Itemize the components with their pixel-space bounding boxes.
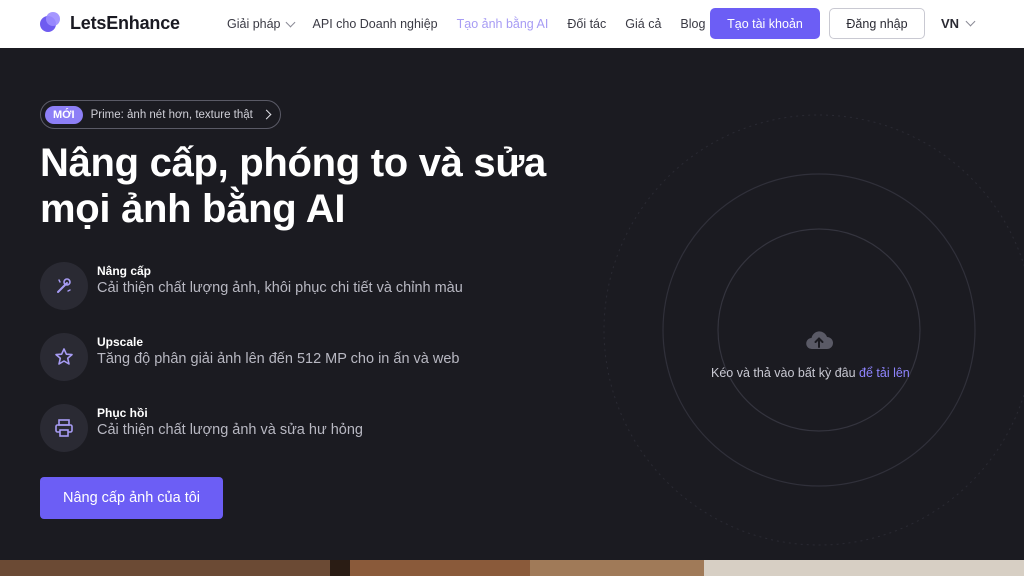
main-menu: Giải pháp API cho Doanh nghiệp Tạo ảnh b…: [227, 0, 724, 48]
upload-link[interactable]: để tải lên: [859, 366, 910, 380]
menu-item-pricing[interactable]: Giá cả: [625, 17, 661, 31]
sample-image: [350, 560, 530, 576]
upload-hint-text: Kéo và thả vào bất kỳ đâu: [711, 366, 856, 380]
new-tag: MỚI: [45, 105, 83, 124]
sample-image: [0, 560, 330, 576]
menu-item-ai-image[interactable]: Tạo ảnh bằng AI: [457, 17, 549, 31]
star-expand-icon: [40, 333, 88, 381]
signup-button[interactable]: Tạo tài khoản: [710, 8, 820, 39]
announcement-text: Prime: ảnh nét hơn, texture thật: [90, 108, 253, 121]
chevron-down-icon: [965, 16, 976, 27]
menu-item-label: API cho Doanh nghiệp: [312, 17, 438, 31]
feature-title: Upscale: [97, 335, 144, 349]
login-button[interactable]: Đăng nhập: [829, 8, 925, 39]
menu-item-partners[interactable]: Đối tác: [567, 17, 606, 31]
sample-image: [530, 560, 704, 576]
menu-item-label: Đối tác: [567, 17, 607, 31]
sample-image: [704, 560, 1024, 576]
feature-description: Tăng độ phân giải ảnh lên đến 512 MP cho…: [97, 351, 460, 367]
logo-text: LetsEnhance: [70, 12, 180, 33]
chevron-right-icon: [261, 109, 272, 120]
feature-upscale: Upscale Tăng độ phân giải ảnh lên đến 51…: [40, 333, 480, 393]
printer-icon: [40, 404, 88, 452]
menu-item-label: Blog: [680, 17, 706, 31]
chevron-down-icon: [285, 17, 295, 27]
menu-item-label: Giá cả: [625, 17, 662, 31]
feature-title: Nâng cấp: [97, 264, 152, 278]
announcement-badge[interactable]: MỚI Prime: ảnh nét hơn, texture thật: [40, 100, 281, 129]
menu-item-label: Giải pháp: [227, 17, 281, 31]
menu-item-blog[interactable]: Blog: [680, 17, 705, 31]
upload-drop-zone[interactable]: [560, 60, 1024, 560]
language-selector[interactable]: VN: [941, 16, 976, 31]
magic-wand-icon: [40, 262, 88, 310]
feature-description: Cải thiện chất lượng ảnh và sửa hư hỏng: [97, 422, 363, 438]
menu-item-api[interactable]: API cho Doanh nghiệp: [313, 17, 438, 31]
top-navbar: LetsEnhance Giải pháp API cho Doanh nghi…: [0, 0, 1024, 48]
sample-images-strip: [0, 560, 1024, 576]
enhance-photo-button[interactable]: Nâng cấp ảnh của tôi: [40, 477, 223, 519]
feature-enhance: Nâng cấp Cải thiện chất lượng ảnh, khôi …: [40, 262, 480, 322]
cloud-upload-icon: [803, 328, 835, 357]
logo[interactable]: LetsEnhance: [40, 12, 180, 34]
feature-description: Cải thiện chất lượng ảnh, khôi phục chi …: [97, 280, 463, 296]
page-title: Nâng cấp, phóng to và sửa mọi ảnh bằng A…: [40, 140, 640, 232]
sample-image: [330, 560, 350, 576]
feature-restore: Phục hồi Cải thiện chất lượng ảnh và sửa…: [40, 404, 480, 464]
menu-item-solutions[interactable]: Giải pháp: [227, 17, 295, 31]
upload-hint: Kéo và thả vào bất kỳ đâu để tải lên: [711, 366, 910, 380]
feature-title: Phục hồi: [97, 406, 148, 420]
menu-item-label: Tạo ảnh bằng AI: [456, 17, 549, 31]
logo-mark-icon: [40, 12, 62, 34]
title-line-2: mọi ảnh bằng AI: [40, 187, 346, 231]
title-line-1: Nâng cấp, phóng to và sửa: [40, 141, 546, 185]
language-label: VN: [941, 16, 960, 31]
